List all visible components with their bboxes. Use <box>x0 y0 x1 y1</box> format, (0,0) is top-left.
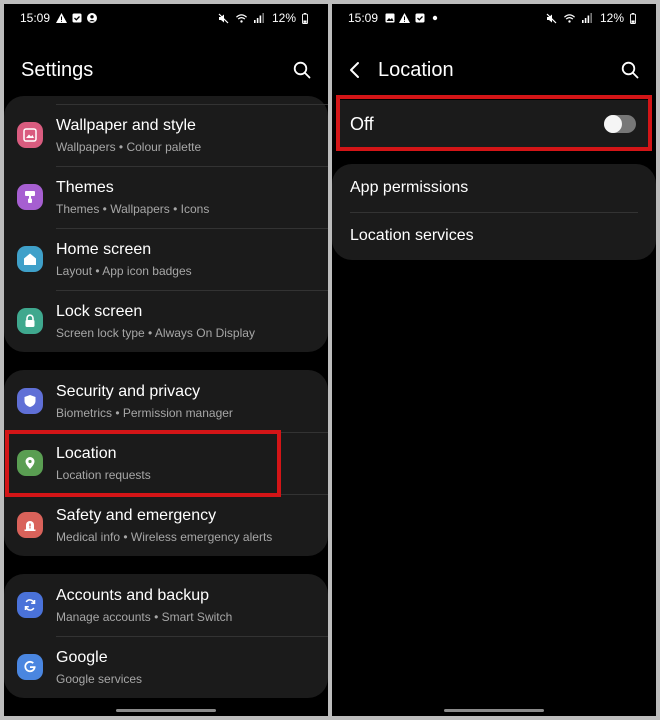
settings-item-wallpaper[interactable]: Wallpaper and style Wallpapers • Colour … <box>4 104 328 166</box>
settings-item-label: Themes <box>56 179 114 196</box>
settings-item-subtitle: Google services <box>56 672 143 686</box>
settings-item-accounts[interactable]: Accounts and backup Manage accounts • Sm… <box>4 574 328 636</box>
option-label: Location services <box>350 227 474 244</box>
settings-item-subtitle: Medical info • Wireless emergency alerts <box>56 530 273 544</box>
settings-item-themes[interactable]: Themes Themes • Wallpapers • Icons <box>4 166 328 228</box>
location-screen: 15:09 12% Location Off App permissions L… <box>332 4 656 716</box>
settings-item-label: Safety and emergency <box>56 507 217 524</box>
settings-item-security[interactable]: Security and privacy Biometrics • Permis… <box>4 370 328 432</box>
message-check-icon <box>414 13 425 24</box>
settings-item-safety[interactable]: Safety and emergency Medical info • Wire… <box>4 494 328 556</box>
mute-icon <box>546 13 557 24</box>
location-options-group: App permissions Location services <box>332 164 656 260</box>
option-label: App permissions <box>350 179 469 196</box>
page-title: Settings <box>21 58 94 81</box>
back-arrow-icon[interactable] <box>342 57 368 83</box>
google-g-icon <box>17 654 43 680</box>
status-time: 15:09 <box>348 11 379 25</box>
settings-item-label: Accounts and backup <box>56 587 209 604</box>
shield-icon <box>17 388 43 414</box>
settings-item-label: Wallpaper and style <box>56 117 196 134</box>
settings-screen: 15:09 12% Settings Wallpaper and style W… <box>4 4 328 716</box>
signal-icon <box>582 13 593 24</box>
home-indicator[interactable] <box>116 709 216 712</box>
highlight-box-off <box>336 95 652 151</box>
warning-icon <box>399 13 411 24</box>
battery-percent: 12% <box>599 11 624 25</box>
battery-icon <box>299 12 310 24</box>
location-services-item[interactable]: Location services <box>332 212 656 260</box>
settings-item-subtitle: Screen lock type • Always On Display <box>56 326 255 340</box>
settings-item-label: Google <box>56 649 108 666</box>
lock-icon <box>17 308 43 334</box>
settings-item-label: Lock screen <box>56 303 143 320</box>
wifi-icon <box>235 13 247 24</box>
settings-item-subtitle: Wallpapers • Colour palette <box>56 140 202 154</box>
settings-item-label: Security and privacy <box>56 383 201 400</box>
settings-item-label: Home screen <box>56 241 152 258</box>
image-icon <box>384 13 395 24</box>
app-permissions-item[interactable]: App permissions <box>332 164 656 212</box>
wifi-icon <box>563 13 575 24</box>
emergency-alert-icon <box>17 512 43 538</box>
home-icon <box>17 246 43 272</box>
mute-icon <box>218 13 229 24</box>
app-bar: Settings <box>4 50 328 90</box>
highlight-box-location <box>5 430 281 497</box>
account-circle-icon <box>86 13 97 24</box>
wallpaper-icon <box>17 122 43 148</box>
settings-item-subtitle: Themes • Wallpapers • Icons <box>56 202 210 216</box>
settings-item-google[interactable]: Google Google services <box>4 636 328 698</box>
themes-brush-icon <box>17 184 43 210</box>
page-title: Location <box>378 58 454 81</box>
status-bar: 15:09 12% <box>4 4 328 32</box>
message-check-icon <box>71 13 82 24</box>
signal-icon <box>254 13 265 24</box>
search-icon[interactable] <box>290 58 314 82</box>
search-icon[interactable] <box>618 58 642 82</box>
settings-group-accounts: Accounts and backup Manage accounts • Sm… <box>4 574 328 698</box>
settings-item-subtitle: Manage accounts • Smart Switch <box>56 610 233 624</box>
battery-icon <box>627 12 638 24</box>
app-bar: Location <box>332 50 656 90</box>
notification-dot-icon <box>429 13 440 24</box>
sync-icon <box>17 592 43 618</box>
settings-item-lock-screen[interactable]: Lock screen Screen lock type • Always On… <box>4 290 328 352</box>
status-bar: 15:09 12% <box>332 4 656 32</box>
settings-item-subtitle: Layout • App icon badges <box>56 264 192 278</box>
battery-percent: 12% <box>271 11 296 25</box>
settings-item-subtitle: Biometrics • Permission manager <box>56 406 233 420</box>
settings-group-display: Wallpaper and style Wallpapers • Colour … <box>4 96 328 352</box>
settings-item-home-screen[interactable]: Home screen Layout • App icon badges <box>4 228 328 290</box>
warning-icon <box>56 13 68 24</box>
status-time: 15:09 <box>20 11 51 25</box>
home-indicator[interactable] <box>444 709 544 712</box>
